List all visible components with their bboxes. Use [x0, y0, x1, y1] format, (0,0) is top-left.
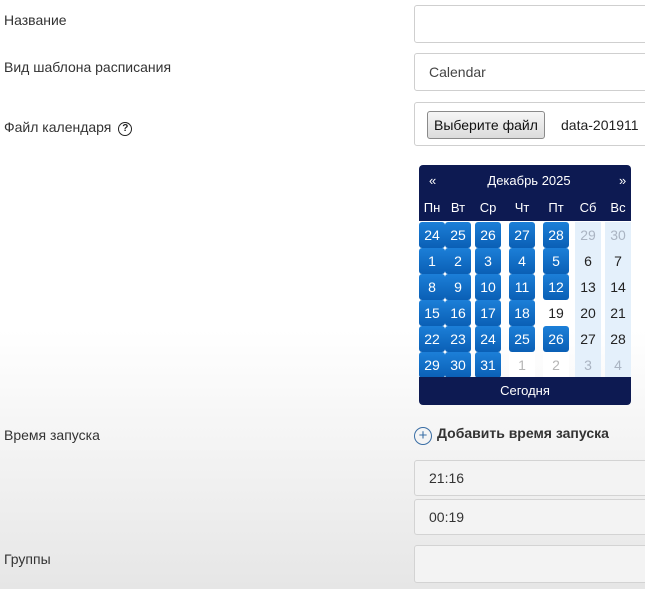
calendar-file-label-row: Файл календаря ?	[4, 119, 133, 136]
calendar-day[interactable]: 22	[419, 326, 445, 352]
calendar-day[interactable]: 19	[543, 300, 569, 326]
name-input[interactable]	[414, 5, 645, 43]
calendar-day[interactable]: 24	[419, 222, 445, 248]
weekday-label: Чт	[514, 200, 530, 215]
weekday-label: Пн	[423, 200, 441, 215]
calendar-day[interactable]: 17	[475, 300, 501, 326]
weekday-label: Сб	[579, 200, 597, 215]
calendar-day[interactable]: 25	[509, 326, 535, 352]
calendar-day[interactable]: 25	[445, 222, 471, 248]
calendar-day[interactable]: 18	[509, 300, 535, 326]
calendar-day[interactable]: 31	[475, 352, 501, 378]
calendar-day[interactable]: 28	[605, 326, 631, 352]
start-time-field[interactable]: 21:16	[414, 460, 645, 496]
calendar-day[interactable]: 27	[575, 326, 601, 352]
calendar-day[interactable]: 10	[475, 274, 501, 300]
file-picker: Выберите файл data-201911	[414, 102, 645, 146]
add-start-time-button[interactable]: + Добавить время запуска	[414, 425, 609, 445]
groups-select[interactable]	[414, 545, 645, 583]
plus-circle-icon: +	[414, 427, 432, 445]
calendar-day[interactable]: 5	[543, 248, 569, 274]
calendar-day[interactable]: 3	[475, 248, 501, 274]
calendar-day[interactable]: 14	[605, 274, 631, 300]
calendar-day[interactable]: 24	[475, 326, 501, 352]
calendar-day[interactable]: 9	[445, 274, 471, 300]
weekday-header: Пн Вт Ср Чт Пт Сб Вс	[419, 195, 631, 221]
calendar-day[interactable]: 2	[543, 352, 569, 378]
start-time-field[interactable]: 00:19	[414, 499, 645, 535]
calendar-day[interactable]: 4	[509, 248, 535, 274]
calendar-day[interactable]: 23	[445, 326, 471, 352]
template-type-select[interactable]: Calendar	[414, 53, 645, 91]
calendar-day[interactable]: 4	[605, 352, 631, 378]
add-start-time-label: Добавить время запуска	[437, 425, 609, 441]
weekday-label: Вт	[450, 200, 466, 215]
selected-file-name: data-201911	[561, 117, 639, 133]
calendar-day[interactable]: 15	[419, 300, 445, 326]
calendar-day[interactable]: 26	[543, 326, 569, 352]
calendar-day[interactable]: 2	[445, 248, 471, 274]
calendar-day[interactable]: 27	[509, 222, 535, 248]
weekday-label: Вс	[610, 200, 626, 215]
calendar-day[interactable]: 1	[509, 352, 535, 378]
calendar-day[interactable]: 12	[543, 274, 569, 300]
calendar-day[interactable]: 7	[605, 248, 631, 274]
calendar-header: « Декабрь 2025 »	[419, 165, 631, 195]
calendar-day[interactable]: 21	[605, 300, 631, 326]
calendar-day[interactable]: 1	[419, 248, 445, 274]
start-time-label: Время запуска	[4, 427, 100, 443]
help-icon[interactable]: ?	[118, 122, 133, 136]
calendar-day[interactable]: 30	[445, 352, 471, 378]
next-month-button[interactable]: »	[619, 173, 626, 188]
calendar-day[interactable]: 8	[419, 274, 445, 300]
calendar-day[interactable]: 16	[445, 300, 471, 326]
calendar-day[interactable]: 28	[543, 222, 569, 248]
name-label: Название	[4, 12, 67, 28]
calendar-day[interactable]: 29	[575, 222, 601, 248]
template-type-label: Вид шаблона расписания	[4, 59, 172, 75]
weekday-label: Пт	[548, 200, 564, 215]
calendar-day[interactable]: 11	[509, 274, 535, 300]
calendar-day[interactable]: 3	[575, 352, 601, 378]
calendar-month-title[interactable]: Декабрь 2025	[419, 173, 639, 188]
calendar-day[interactable]: 26	[475, 222, 501, 248]
calendar-file-label: Файл календаря	[4, 119, 112, 135]
calendar-day[interactable]: 13	[575, 274, 601, 300]
weekday-label: Ср	[479, 200, 497, 215]
today-button[interactable]: Сегодня	[419, 377, 631, 405]
calendar-day[interactable]: 6	[575, 248, 601, 274]
calendar-day[interactable]: 20	[575, 300, 601, 326]
calendar-day[interactable]: 30	[605, 222, 631, 248]
calendar-day[interactable]: 29	[419, 352, 445, 378]
choose-file-button[interactable]: Выберите файл	[427, 111, 545, 139]
groups-label: Группы	[4, 551, 51, 567]
